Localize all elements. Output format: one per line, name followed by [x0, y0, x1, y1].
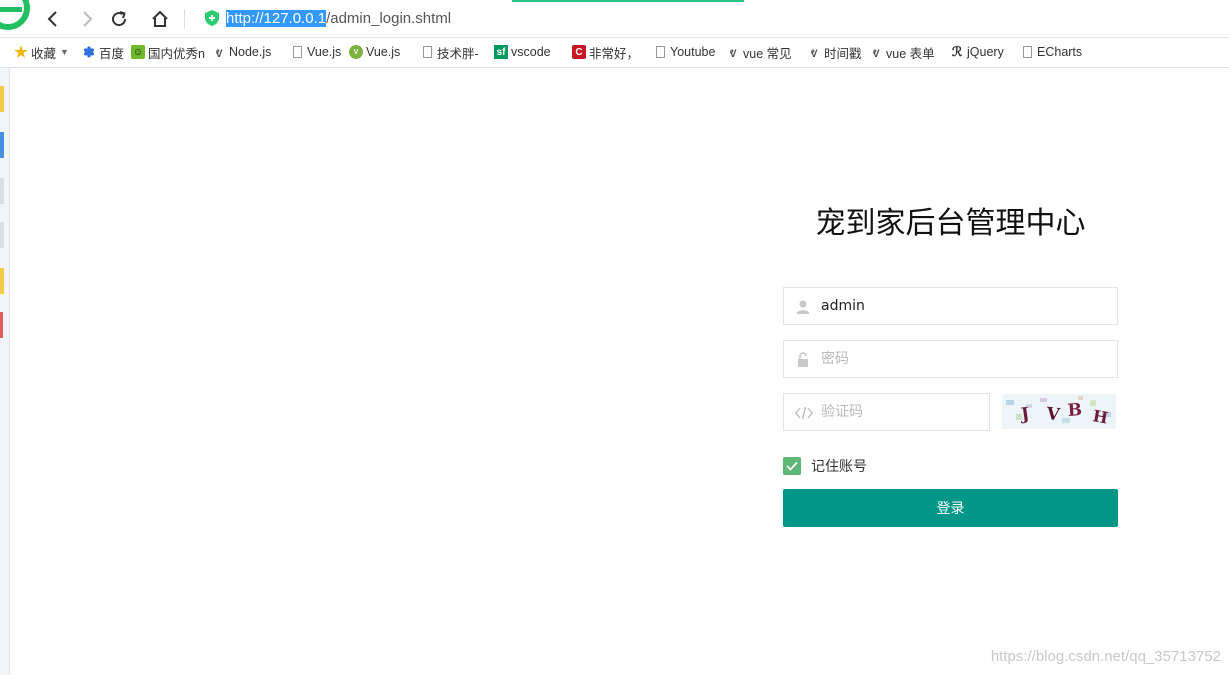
reload-icon: [112, 11, 127, 27]
toolbar-separator: [184, 9, 185, 29]
sidebar-app-icon[interactable]: [0, 268, 4, 294]
bookmark-label: vscode: [511, 45, 551, 59]
sf-logo-icon: sf: [494, 45, 508, 59]
forward-arrow-icon: [83, 11, 93, 27]
bookmark-item[interactable]: ⱴ Node.js: [212, 44, 272, 60]
bookmark-item[interactable]: Vue.js: [291, 44, 341, 60]
captcha-glyph: H: [1091, 406, 1109, 427]
baidu-paw-icon: ✽: [83, 43, 95, 60]
page-icon: [656, 46, 665, 58]
sidebar-app-icon[interactable]: [0, 312, 3, 338]
v-logo-icon: ⱴ: [810, 44, 818, 60]
page-icon: [293, 46, 302, 58]
bookmark-item[interactable]: Youtube: [654, 44, 715, 60]
bookmark-favorites[interactable]: ★ 收藏 ▼: [14, 44, 69, 61]
v-logo-icon: ⱴ: [729, 44, 737, 60]
bookmark-item[interactable]: C 非常好，: [572, 44, 640, 61]
c-logo-icon: C: [572, 45, 586, 59]
bookmark-item[interactable]: ECharts: [1021, 44, 1082, 60]
bookmark-item[interactable]: 技术胖-: [421, 44, 479, 61]
bookmarks-bar: ★ 收藏 ▼ ✽ 百度 ☺ 国内优秀n ⱴ Node.js Vue.js V V…: [0, 38, 1229, 68]
bookmark-item[interactable]: ⱴ 时间戳: [807, 44, 862, 61]
bookmark-label: Node.js: [229, 45, 272, 59]
bookmark-item[interactable]: ✽ 百度: [82, 43, 125, 61]
url-path-text: /admin_login.shtml: [326, 10, 452, 27]
bookmark-label: jQuery: [967, 45, 1004, 59]
sidebar-app-icon[interactable]: [0, 178, 4, 204]
captcha-input[interactable]: [821, 394, 981, 430]
remember-account[interactable]: 记住账号: [783, 456, 867, 476]
bookmark-label: 国内优秀n: [148, 46, 205, 61]
unlock-icon: [798, 352, 808, 367]
bookmark-label: vue 表单: [886, 46, 935, 61]
bookmark-item[interactable]: ☺ 国内优秀n: [131, 44, 205, 61]
page-icon: [1023, 46, 1032, 58]
star-icon: ★: [14, 44, 28, 61]
watermark-text: https://blog.csdn.net/qq_35713752: [990, 648, 1221, 665]
remember-checkbox[interactable]: [783, 457, 801, 475]
vue-logo-icon: V: [349, 45, 363, 59]
back-arrow-icon: [47, 11, 57, 27]
sidebar-app-icon[interactable]: [0, 132, 4, 158]
v-logo-icon: ⱴ: [872, 44, 880, 60]
code-icon: [795, 406, 813, 420]
bookmark-label: 时间戳: [824, 46, 862, 61]
username-input[interactable]: [821, 288, 1111, 324]
smiley-icon: ☺: [131, 45, 145, 59]
bookmark-item[interactable]: ℛ jQuery: [950, 44, 1004, 60]
bookmark-label: Youtube: [670, 45, 716, 59]
page-title: 宠到家后台管理中心: [815, 206, 1086, 241]
browser-sidebar: [0, 68, 10, 675]
forward-button[interactable]: [76, 8, 98, 30]
password-input[interactable]: [821, 341, 1111, 377]
jquery-logo-icon: ℛ: [951, 44, 963, 59]
page-icon: [423, 46, 432, 58]
bookmark-label: 收藏: [31, 46, 57, 61]
back-button[interactable]: [42, 8, 64, 30]
browser-logo-icon: [0, 0, 30, 30]
captcha-glyph: B: [1067, 400, 1083, 421]
password-field[interactable]: [783, 340, 1118, 378]
browser-toolbar: http://127.0.0.1/admin_login.shtml: [0, 0, 1229, 38]
bookmark-label: 技术胖-: [437, 46, 479, 61]
page-load-progress: [512, 0, 744, 2]
bookmark-label: ECharts: [1037, 45, 1083, 59]
user-icon: [796, 300, 810, 314]
secure-shield-icon: [205, 10, 219, 26]
bookmark-label: Vue.js: [307, 45, 342, 59]
chevron-down-icon: ▼: [60, 47, 69, 57]
reload-button[interactable]: [108, 8, 130, 30]
address-bar[interactable]: http://127.0.0.1/admin_login.shtml: [226, 9, 451, 28]
home-icon: [152, 10, 168, 27]
bookmark-label: 非常好，: [589, 46, 640, 61]
check-icon: [786, 461, 798, 471]
sidebar-app-icon[interactable]: [0, 222, 4, 248]
bookmark-label: 百度: [99, 46, 125, 61]
captcha-noise: J V B H: [1006, 396, 1111, 428]
bookmark-item[interactable]: sf vscode: [494, 44, 551, 60]
captcha-field[interactable]: [783, 393, 990, 431]
bookmark-item[interactable]: V Vue.js: [349, 44, 400, 60]
username-field[interactable]: [783, 287, 1118, 325]
bookmark-label: vue 常见: [743, 46, 792, 61]
url-selected-text: http://127.0.0.1: [226, 10, 327, 27]
captcha-image[interactable]: J V B H: [1002, 394, 1116, 429]
home-button[interactable]: [149, 8, 171, 30]
sidebar-app-icon[interactable]: [0, 86, 4, 112]
v-logo-icon: ⱴ: [215, 44, 223, 60]
bookmark-item[interactable]: ⱴ vue 常见: [726, 44, 792, 61]
remember-label: 记住账号: [811, 459, 867, 475]
bookmark-item[interactable]: ⱴ vue 表单: [869, 44, 935, 61]
bookmark-label: Vue.js: [366, 45, 401, 59]
login-button[interactable]: 登录: [783, 489, 1118, 527]
captcha-glyph: V: [1044, 404, 1061, 425]
